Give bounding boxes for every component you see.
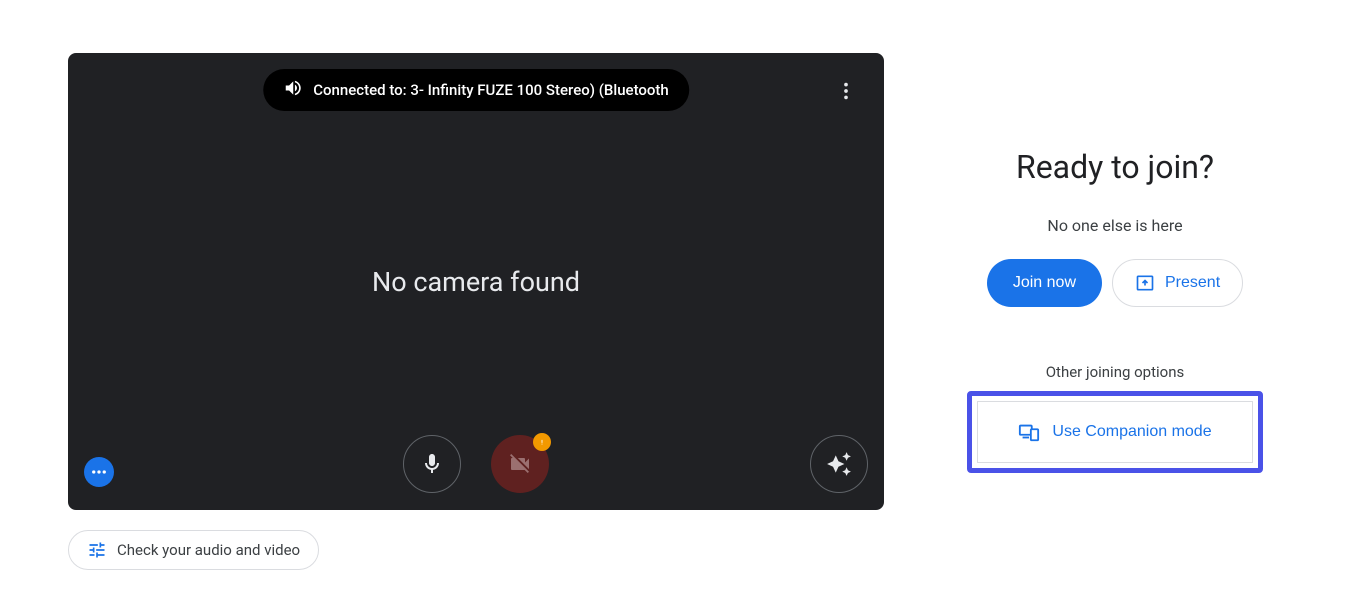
- speaker-icon: [283, 78, 303, 102]
- join-now-button[interactable]: Join now: [987, 259, 1102, 307]
- companion-highlight-box: Use Companion mode: [967, 391, 1262, 473]
- more-controls-button[interactable]: [84, 457, 114, 487]
- video-preview: Connected to: 3- Infinity FUZE 100 Stere…: [68, 53, 884, 510]
- companion-icon: [1018, 421, 1040, 443]
- join-now-label: Join now: [1013, 274, 1076, 291]
- ready-to-join-title: Ready to join?: [1016, 148, 1214, 186]
- participants-status: No one else is here: [1047, 216, 1182, 235]
- companion-label: Use Companion mode: [1052, 423, 1211, 441]
- check-audio-video-button[interactable]: Check your audio and video: [68, 530, 319, 570]
- camera-toggle[interactable]: [491, 435, 549, 493]
- effects-button[interactable]: [810, 435, 868, 493]
- microphone-icon: [420, 452, 444, 476]
- more-horiz-icon: [90, 463, 108, 481]
- more-options-button[interactable]: [828, 73, 864, 109]
- sparkle-icon: [826, 451, 852, 477]
- audio-toast-text: Connected to: 3- Infinity FUZE 100 Stere…: [313, 81, 669, 99]
- camera-alert-badge: [533, 433, 551, 451]
- more-vert-icon: [835, 80, 857, 102]
- no-camera-message: No camera found: [372, 266, 580, 298]
- other-options-label: Other joining options: [1046, 363, 1185, 381]
- camera-off-icon: [508, 452, 532, 476]
- tune-icon: [87, 540, 107, 560]
- present-label: Present: [1165, 274, 1220, 292]
- present-button[interactable]: Present: [1112, 259, 1243, 307]
- companion-mode-button[interactable]: Use Companion mode: [977, 401, 1252, 463]
- alert-icon: [537, 437, 547, 447]
- audio-device-toast: Connected to: 3- Infinity FUZE 100 Stere…: [263, 69, 689, 111]
- microphone-toggle[interactable]: [403, 435, 461, 493]
- check-audio-label: Check your audio and video: [117, 541, 300, 559]
- present-icon: [1135, 273, 1155, 293]
